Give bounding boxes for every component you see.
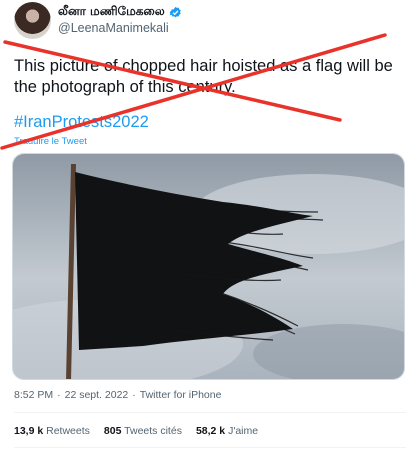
- retweets-stat[interactable]: 13,9 k Retweets: [14, 425, 90, 437]
- author-display-name[interactable]: லீனா மணிமேகலை: [58, 4, 165, 20]
- retweets-label: Retweets: [46, 425, 90, 437]
- hashtag-link[interactable]: #IranProtests2022: [14, 113, 149, 132]
- tweet-source[interactable]: Twitter for iPhone: [140, 389, 222, 401]
- avatar[interactable]: [14, 2, 51, 39]
- translate-tweet-link[interactable]: Traduire le Tweet: [14, 136, 87, 147]
- likes-stat[interactable]: 58,2 k J'aime: [196, 425, 258, 437]
- author-handle[interactable]: @LeenaManimekali: [58, 21, 169, 35]
- quote-tweets-count: 805: [103, 425, 122, 437]
- flag-photo-image: [13, 154, 404, 379]
- tweet-card: லீனா மணிமேகலை @LeenaManimekali This pict…: [0, 0, 415, 449]
- meta-separator-2: ·: [132, 389, 136, 401]
- quote-tweets-stat[interactable]: 805 Tweets cités: [104, 425, 182, 437]
- tweet-time[interactable]: 8:52 PM: [14, 389, 53, 401]
- divider-bottom: [14, 447, 406, 448]
- verified-badge-icon: [169, 6, 182, 19]
- tweet-stats: 13,9 k Retweets 805 Tweets cités 58,2 k …: [14, 425, 258, 437]
- tweet-meta: 8:52 PM · 22 sept. 2022 · Twitter for iP…: [14, 389, 221, 401]
- tweet-photo[interactable]: [12, 153, 405, 380]
- tweet-date[interactable]: 22 sept. 2022: [65, 389, 129, 401]
- likes-label: J'aime: [228, 425, 259, 437]
- divider: [14, 412, 406, 413]
- likes-count: 58,2 k: [195, 425, 226, 437]
- author-name-row: லீனா மணிமேகலை: [58, 3, 182, 21]
- quote-tweets-label: Tweets cités: [124, 425, 182, 437]
- tweet-text: This picture of chopped hair hoisted as …: [14, 57, 393, 96]
- meta-separator: ·: [57, 389, 61, 401]
- retweets-count: 13,9 k: [14, 425, 44, 437]
